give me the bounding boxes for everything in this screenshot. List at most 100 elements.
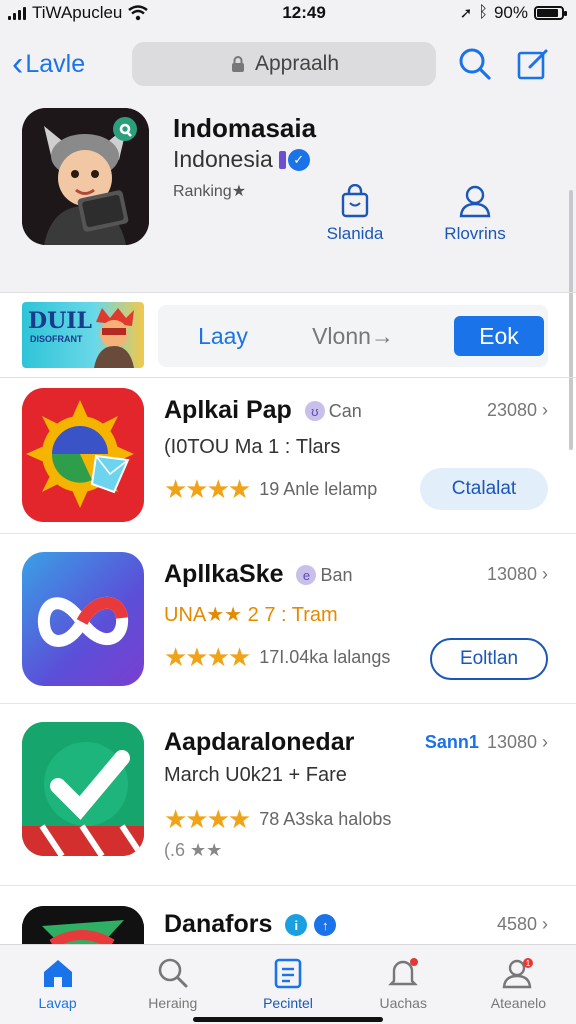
featured-row: DUIL DISOFRANT Laay Vlonn→ Eok <box>0 292 576 378</box>
tab-label: Ateanelo <box>490 995 547 1011</box>
add-icon[interactable]: ↑ <box>314 914 337 937</box>
rating-stars-icon: ★★★★ <box>164 474 251 504</box>
tab-label: Heraing <box>148 995 198 1011</box>
sun-gem-icon <box>22 388 144 522</box>
category-icon: ʊ <box>304 401 325 422</box>
subtitle-text: Indonesia <box>173 146 273 172</box>
page-title: Indomasaia <box>173 113 317 143</box>
list-item[interactable]: Aplkai Pap ʊ Can 23080 › (I0TOU Mа 1 : Tl… <box>0 378 576 534</box>
character-icon <box>22 108 149 245</box>
home-indicator[interactable] <box>193 1017 383 1022</box>
verified-badge-icon: ✓ <box>278 148 310 171</box>
avatar[interactable] <box>22 108 149 245</box>
battery-icon <box>534 6 567 20</box>
battery-percent: 90% <box>493 3 528 22</box>
search-icon <box>158 958 188 988</box>
rating-row: ★★★★ 78 A3ska halobs <box>164 804 391 835</box>
location-icon: ➚ <box>459 5 473 22</box>
tab-label: Uachas <box>379 995 427 1011</box>
action-rlovrins[interactable]: Rlovrins <box>420 184 530 244</box>
app-name: Aplkai Pap <box>164 396 292 424</box>
app-icon[interactable] <box>22 722 144 856</box>
rating-stars-icon: ★★★★ <box>164 642 251 672</box>
app-extra: (.6 ★★ <box>164 840 223 860</box>
action-label: Rlovrins <box>444 224 506 243</box>
rating-text: 78 A3ska halobs <box>259 809 392 829</box>
person-icon <box>459 185 491 218</box>
rating-text: 19 Anle lelamp <box>259 479 378 499</box>
list-item[interactable]: ApllkaSke e Ban 13080 › UNA★★ 2 7 : Tram … <box>0 534 576 704</box>
tab-heraing[interactable]: Heraing <box>115 945 230 1024</box>
rank-value: 13080 › <box>486 732 548 752</box>
app-meta: March U0k21 + Fare <box>164 764 347 786</box>
ranking-label: Ranking★ <box>173 183 247 200</box>
badge-label: Ban <box>320 564 353 585</box>
app-title: Aplkai Pap ʊ Can <box>164 396 362 425</box>
tab-label: Lavap <box>38 995 77 1011</box>
bell-icon <box>388 958 419 986</box>
rating-stars-icon: ★★★★ <box>164 804 251 834</box>
app-title: Danafors i ↑ <box>164 910 337 939</box>
install-button[interactable]: Ctalalat <box>420 468 548 510</box>
rating-row: ★★★★ 19 Anle lelamp <box>164 474 377 505</box>
back-button[interactable]: ‹ Lavle <box>12 47 130 81</box>
search-placeholder: Appraalh <box>254 52 340 75</box>
search-icon[interactable] <box>458 47 492 81</box>
compose-icon[interactable] <box>516 47 550 81</box>
info-icon: i <box>285 914 308 937</box>
promo-sub: DISOFRANT <box>30 334 83 344</box>
checkmark-icon <box>22 722 144 856</box>
rank-number: 13080 › <box>486 564 548 584</box>
segment-vlonn[interactable]: Vlonn→ <box>288 323 418 350</box>
segmented-control: Laay Vlonn→ Eok <box>158 305 548 367</box>
back-label: Lavle <box>25 49 86 78</box>
tab-lavap[interactable]: Lavap <box>0 945 115 1024</box>
account-icon: 1 <box>503 958 534 989</box>
document-icon <box>274 958 302 989</box>
lock-icon <box>231 56 244 72</box>
app-meta: UNA★★ 2 7 : Tram <box>164 604 338 626</box>
bag-icon <box>341 184 369 218</box>
svg-text:1: 1 <box>526 959 531 968</box>
navigation-bar: ‹ Lavle Appraalh <box>0 26 576 102</box>
category-icon: e <box>296 565 317 586</box>
category-badge: ʊ Can <box>304 400 362 422</box>
promo-banner[interactable]: DUIL DISOFRANT <box>22 302 144 368</box>
tab-label: Pecintel <box>263 995 313 1011</box>
list-item[interactable]: Danafors i ↑ 4580 › <box>0 886 576 944</box>
rank-number: 23080 › <box>486 400 548 420</box>
wifi-icon <box>128 5 149 21</box>
character-icon <box>94 308 134 368</box>
loop-icon <box>37 596 129 647</box>
app-name: Danafors <box>164 910 273 938</box>
chevron-left-icon: ‹ <box>12 45 24 83</box>
rank-number: 4580 › <box>496 914 548 934</box>
app-name: ApllkaSke <box>164 560 284 588</box>
tab-pecintel[interactable]: Pecintel <box>230 945 345 1024</box>
app-icon[interactable] <box>22 906 144 944</box>
app-icon[interactable] <box>22 388 144 522</box>
category-badge: e Ban <box>296 564 353 586</box>
rating-row: ★★★★ 17I.04ka lalangs <box>164 642 390 673</box>
tab-uachas[interactable]: Uachas <box>346 945 461 1024</box>
promo-title: DUIL <box>28 308 93 334</box>
page-subtitle: Indonesia ✓ <box>173 146 310 173</box>
carrier-label: TiWApucleu <box>32 3 123 22</box>
app-title: ApllkaSke e Ban <box>164 560 353 589</box>
badge-label: Can <box>328 400 362 421</box>
clock: 12:49 <box>282 3 326 22</box>
status-bar: TiWApucleu 12:49 ➚ ᛒ 90% <box>0 0 576 26</box>
get-button[interactable]: Eoltlan <box>430 638 548 680</box>
list-item[interactable]: Aapdaralonedar Sann1 13080 › March U0k21 … <box>0 704 576 886</box>
app-icon[interactable] <box>22 552 144 686</box>
segment-laay[interactable]: Laay <box>158 323 288 350</box>
segment-eok[interactable]: Eok <box>454 316 544 356</box>
action-slanida[interactable]: Slanida <box>300 184 410 244</box>
badge-label: Sann1 <box>424 732 479 752</box>
home-icon <box>43 960 72 987</box>
bluetooth-icon: ᛒ <box>478 4 488 21</box>
app-title: Aapdaralonedar <box>164 728 355 756</box>
tab-ateanelo[interactable]: 1 Ateanelo <box>461 945 576 1024</box>
search-field[interactable]: Appraalh <box>132 42 436 86</box>
app-meta: (I0TOU Mа 1 : Tlars <box>164 436 341 458</box>
